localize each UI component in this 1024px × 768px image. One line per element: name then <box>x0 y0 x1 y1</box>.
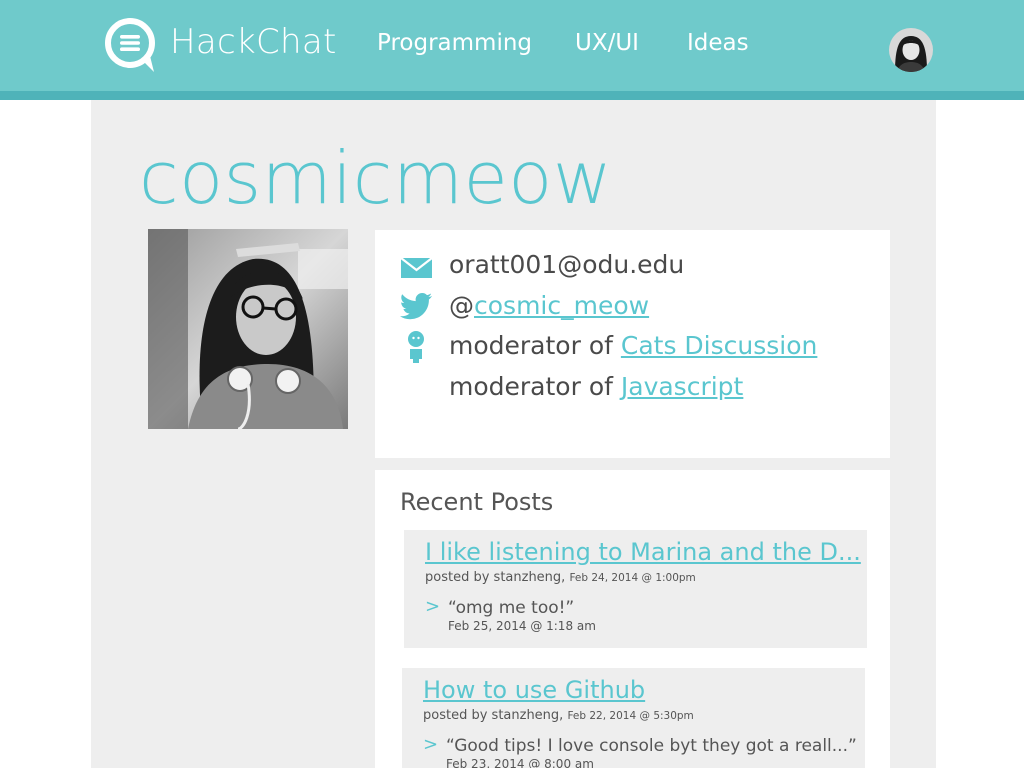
posted-by-label: posted by <box>425 570 490 585</box>
reply-arrow-icon: > <box>423 734 439 755</box>
cats-discussion-link[interactable]: Cats Discussion <box>621 331 818 360</box>
recent-posts-heading: Recent Posts <box>400 488 554 516</box>
email-row: oratt001@odu.edu <box>375 246 890 282</box>
post-date: Feb 24, 2014 @ 1:00pm <box>569 572 696 584</box>
reply-date: Feb 23, 2014 @ 8:00 am <box>446 757 594 768</box>
twitter-row: @cosmic_meow <box>375 287 890 323</box>
twitter-at-sign: @ <box>449 291 474 320</box>
post-item: How to use Github posted by stanzheng, F… <box>402 668 865 768</box>
reply-date: Feb 25, 2014 @ 1:18 am <box>448 619 596 633</box>
chat-bubble-logo-icon[interactable] <box>104 16 158 74</box>
twitter-text: @cosmic_meow <box>449 291 649 320</box>
moderator-label: moderator of <box>449 372 613 401</box>
reply-arrow-icon: > <box>425 596 441 617</box>
twitter-bird-icon <box>400 293 432 320</box>
email-text: oratt001@odu.edu <box>449 250 685 279</box>
top-bar-underline <box>0 91 1024 100</box>
envelope-icon <box>400 257 433 278</box>
nav-programming[interactable]: Programming <box>377 30 532 56</box>
moderator-label: moderator of <box>449 331 613 360</box>
moderator-text-1: moderator of Cats Discussion <box>449 331 817 360</box>
person-icon <box>408 331 424 363</box>
post-author: stanzheng, <box>493 570 566 585</box>
brand-name[interactable]: HackChat <box>170 22 337 62</box>
reply-text: “omg me too!” <box>448 598 575 618</box>
post-title-link[interactable]: I like listening to Marina and the D... <box>425 538 861 566</box>
post-item: I like listening to Marina and the D... … <box>404 530 867 648</box>
post-author: stanzheng, <box>491 708 564 723</box>
recent-posts-card: Recent Posts I like listening to Marina … <box>375 470 890 768</box>
post-date: Feb 22, 2014 @ 5:30pm <box>567 710 694 722</box>
profile-info-card: oratt001@odu.edu @cosmic_meow moderator … <box>375 230 890 458</box>
nav-ux-ui[interactable]: UX/UI <box>575 30 639 56</box>
reply-text: “Good tips! I love console byt they got … <box>446 736 857 756</box>
javascript-link[interactable]: Javascript <box>621 372 743 401</box>
post-meta: posted by stanzheng, Feb 24, 2014 @ 1:00… <box>425 570 696 585</box>
profile-photo <box>148 229 348 429</box>
post-meta: posted by stanzheng, Feb 22, 2014 @ 5:30… <box>423 708 694 723</box>
user-avatar[interactable] <box>889 28 933 72</box>
twitter-handle-link[interactable]: cosmic_meow <box>474 291 649 320</box>
moderator-row-1: moderator of Cats Discussion <box>375 327 890 363</box>
post-title-link[interactable]: How to use Github <box>423 676 645 704</box>
posted-by-label: posted by <box>423 708 488 723</box>
nav-ideas[interactable]: Ideas <box>687 30 749 56</box>
profile-username: cosmicmeow <box>139 136 613 220</box>
moderator-row-2: moderator of Javascript <box>375 368 890 404</box>
moderator-text-2: moderator of Javascript <box>449 372 743 401</box>
